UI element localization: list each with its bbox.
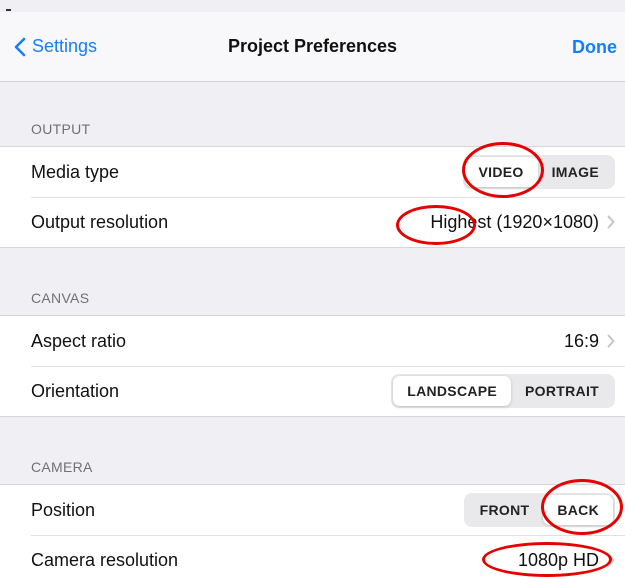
row-orientation: Orientation LANDSCAPE PORTRAIT [0,366,625,416]
aspect-ratio-value: 16:9 [563,330,599,351]
segment-landscape[interactable]: LANDSCAPE [393,376,512,406]
section-header-output: OUTPUT [31,121,91,137]
camera-resolution-label: Camera resolution [31,549,179,570]
media-type-label: Media type [31,161,120,182]
navigation-bar: Settings Project Preferences Done [0,12,625,82]
page-title: Project Preferences [227,36,398,56]
corner-mark [6,9,11,11]
group-output: Media type VIDEO IMAGE Output resolution… [0,146,625,248]
row-output-resolution[interactable]: Output resolution Highest (1920×1080) [0,197,625,247]
done-button[interactable]: Done [572,37,617,58]
output-resolution-value: Highest (1920×1080) [430,211,599,232]
group-canvas: Aspect ratio 16:9 Orientation LANDSCAPE … [0,315,625,417]
section-header-canvas: CANVAS [31,290,90,306]
segment-back[interactable]: BACK [543,495,613,525]
segment-front[interactable]: FRONT [466,495,544,525]
row-aspect-ratio[interactable]: Aspect ratio 16:9 [0,316,625,366]
segment-portrait[interactable]: PORTRAIT [511,376,613,406]
row-camera-resolution[interactable]: Camera resolution 1080p HD [0,535,625,577]
section-header-camera: CAMERA [31,459,93,475]
camera-resolution-value: 1080p HD [517,549,599,570]
position-label: Position [31,499,96,520]
row-position: Position FRONT BACK [0,485,625,535]
aspect-ratio-label: Aspect ratio [31,330,127,351]
group-camera: Position FRONT BACK Camera resolution 10… [0,484,625,577]
segment-video[interactable]: VIDEO [464,157,538,187]
position-segmented-control: FRONT BACK [463,493,615,527]
media-type-segmented-control: VIDEO IMAGE [462,155,615,189]
chevron-right-icon [607,334,615,348]
row-media-type: Media type VIDEO IMAGE [0,147,625,197]
output-resolution-label: Output resolution [31,211,169,232]
chevron-right-icon [607,215,615,229]
orientation-segmented-control: LANDSCAPE PORTRAIT [391,374,615,408]
orientation-label: Orientation [31,380,120,401]
segment-image[interactable]: IMAGE [538,157,613,187]
chevron-right-icon [607,553,615,567]
